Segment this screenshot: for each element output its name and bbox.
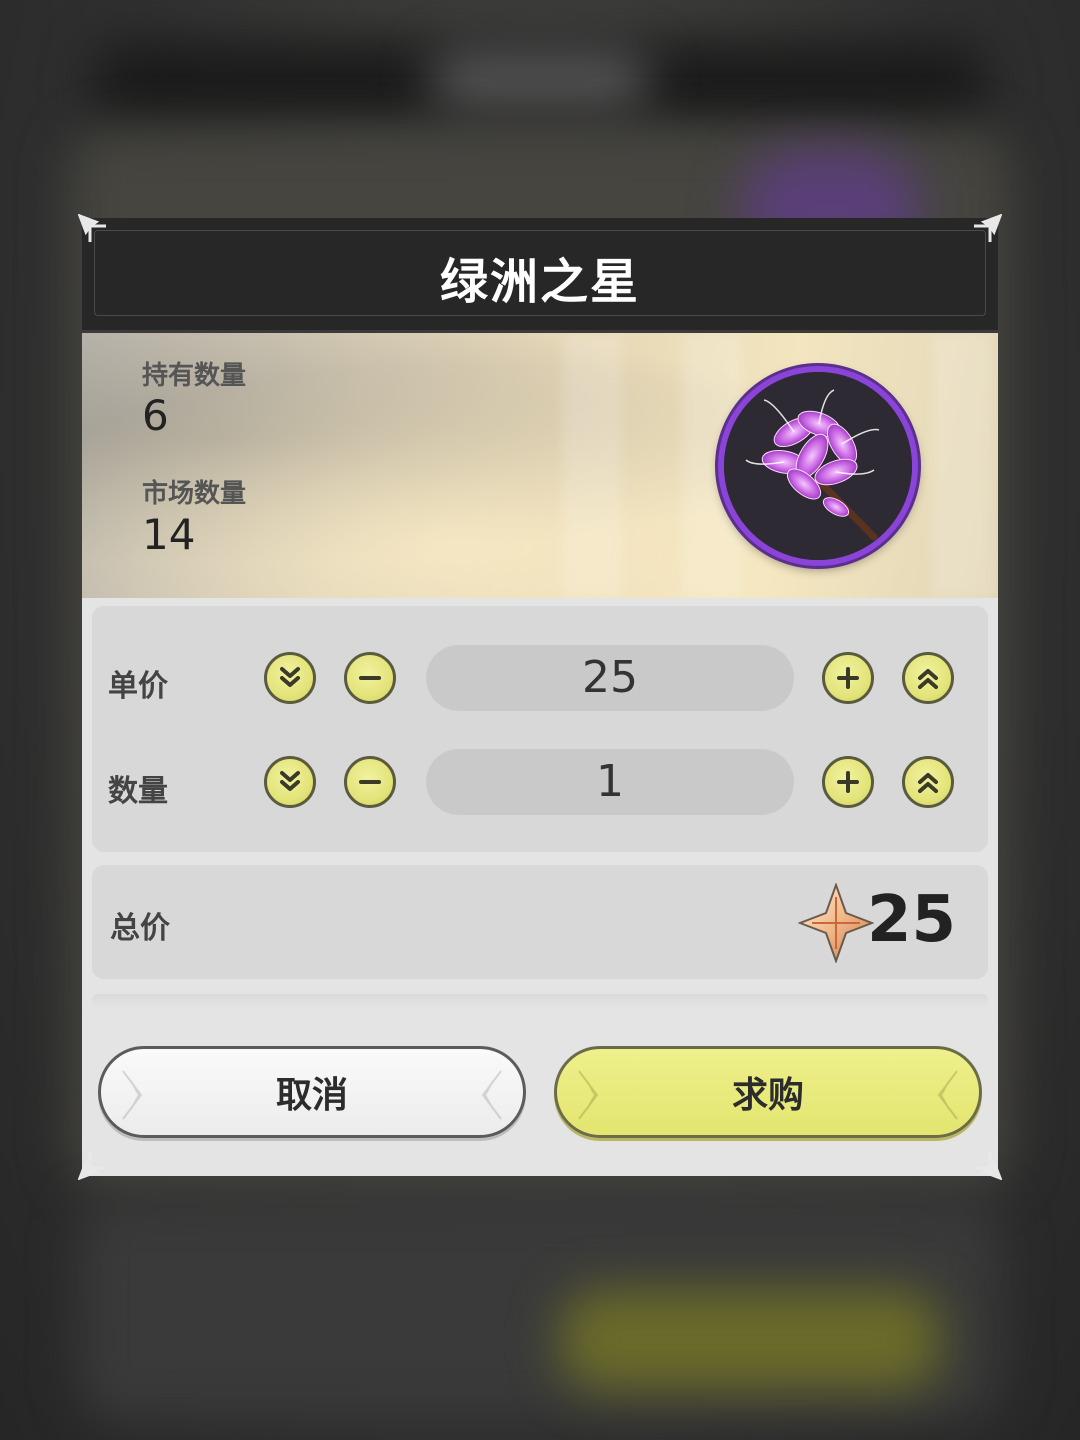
- unit-price-label: 单价: [108, 669, 168, 704]
- minus-icon: [359, 780, 381, 784]
- double-chevron-up-icon: [918, 669, 938, 689]
- owned-quantity-label: 持有数量: [142, 361, 247, 391]
- divider: [92, 994, 988, 1008]
- market-quantity-value: 14: [142, 510, 196, 559]
- unit-price-field[interactable]: 25: [426, 645, 794, 711]
- star-crystal-icon: [798, 883, 874, 963]
- double-chevron-down-icon: [280, 667, 300, 687]
- market-quantity-label: 市场数量: [142, 479, 247, 509]
- corner-ornament-icon: [974, 214, 1002, 242]
- quantity-increase-button[interactable]: [822, 756, 874, 808]
- dialog-title: 绿洲之星: [439, 254, 640, 310]
- cancel-button-label: 取消: [275, 1075, 348, 1116]
- quantity-decrease-button[interactable]: [344, 756, 396, 808]
- double-chevron-up-icon: [918, 773, 938, 793]
- price-increase-button[interactable]: [822, 652, 874, 704]
- dialog-title-bar: 绿洲之星: [82, 218, 998, 333]
- plus-icon: [837, 667, 859, 689]
- cancel-button[interactable]: 取消: [98, 1046, 526, 1138]
- ornament-icon: [578, 1070, 599, 1120]
- total-price-label: 总价: [110, 911, 170, 946]
- ornament-icon: [481, 1070, 502, 1120]
- purchase-request-dialog: 绿洲之星 持有数量 6 市场数量 14 单价 25 数量 1 总价 25 取消 …: [78, 214, 1002, 1180]
- price-decrease-button[interactable]: [344, 652, 396, 704]
- corner-ornament-icon: [78, 1152, 106, 1180]
- price-decrease-large-button[interactable]: [264, 652, 316, 704]
- total-price-value: 25: [866, 883, 956, 957]
- owned-quantity-value: 6: [142, 391, 169, 440]
- quantity-decrease-large-button[interactable]: [264, 756, 316, 808]
- ornament-icon: [122, 1070, 143, 1120]
- purple-flower-icon: [718, 366, 918, 566]
- double-chevron-down-icon: [280, 771, 300, 791]
- total-price-panel: 总价 25: [92, 865, 988, 979]
- price-increase-large-button[interactable]: [902, 652, 954, 704]
- minus-icon: [359, 676, 381, 680]
- quantity-label: 数量: [108, 774, 168, 809]
- plus-icon: [837, 771, 859, 793]
- buy-request-button[interactable]: 求购: [554, 1046, 982, 1138]
- ornament-icon: [937, 1070, 958, 1120]
- quantity-increase-large-button[interactable]: [902, 756, 954, 808]
- corner-ornament-icon: [974, 1152, 1002, 1180]
- quantity-field[interactable]: 1: [426, 749, 794, 815]
- price-quantity-panel: 单价 25 数量 1: [92, 606, 988, 852]
- corner-ornament-icon: [78, 214, 106, 242]
- buy-request-button-label: 求购: [731, 1075, 804, 1116]
